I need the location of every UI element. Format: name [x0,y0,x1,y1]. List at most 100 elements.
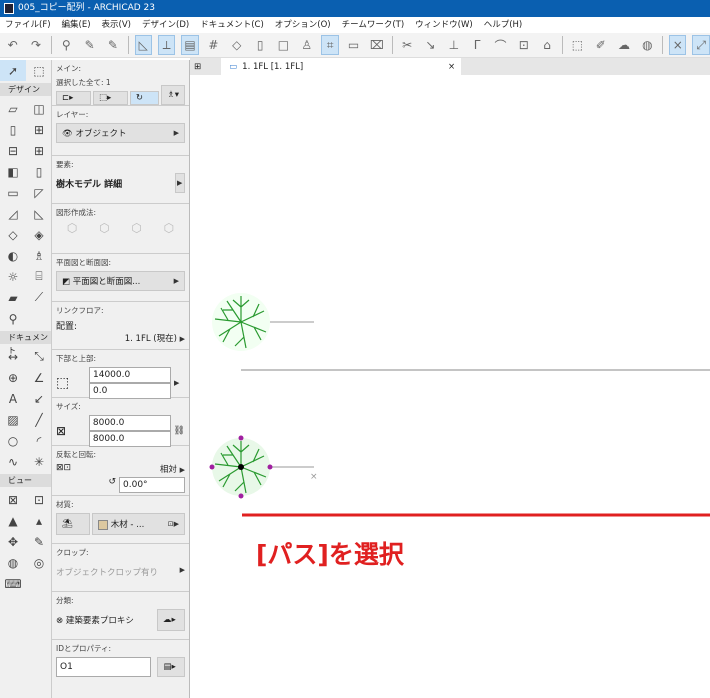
reference-point-button[interactable]: ⊏▸ [56,91,91,105]
menu-view[interactable]: 表示(V) [102,17,131,33]
menu-design[interactable]: デザイン(D) [142,17,189,33]
grid-snap-icon[interactable]: # [205,35,222,55]
render-icon[interactable]: ◍ [639,35,656,55]
window-tool-icon[interactable]: ⊞ [26,119,52,140]
menu-help[interactable]: ヘルプ(H) [484,17,523,33]
element-menu-button[interactable]: ▶ [175,173,185,193]
syringe-icon[interactable]: ✎ [104,35,121,55]
skylight-tool-icon[interactable]: ◺ [26,203,52,224]
change-tool-icon[interactable]: ◍ [0,552,26,573]
roof-icon[interactable]: ⌂ [538,35,555,55]
dimension-tool-icon[interactable]: ↔ [0,346,26,367]
angle-input[interactable]: 0.00° [119,477,185,493]
angle-dimension-tool-icon[interactable]: ∠ [26,367,52,388]
stair-tool-icon[interactable]: ◧ [0,161,26,182]
wall-tool-icon[interactable]: ▱ [0,98,26,119]
arrow-tool-icon[interactable]: ➚ [0,60,26,81]
material-override-button[interactable]: ⛱ [56,513,90,535]
arc-tool-icon[interactable]: ◜ [26,430,52,451]
line-tool-icon[interactable]: ╱ [26,409,52,430]
roof-tool-icon[interactable]: ◸ [26,182,52,203]
detail-tool-icon[interactable]: ✥ [0,531,26,552]
select-all-icon[interactable]: ⬚ [569,35,586,55]
link-chain-icon[interactable]: ⛓ [174,426,185,436]
tab-floor-plan[interactable]: ▭ 1. 1FL [1. 1FL] × [221,58,462,75]
eraser-icon[interactable]: ◇ [228,35,245,55]
fillet-icon[interactable]: ⌒ [492,35,509,55]
gravity-icon[interactable]: ▤ [181,35,199,55]
pin-tool-icon[interactable]: ⚲ [0,308,26,329]
layer-selector[interactable]: 👁 オブジェクト ▶ [56,123,185,143]
section-tool-icon[interactable]: ⊠ [0,489,26,510]
interior-elevation-tool-icon[interactable]: ▲ [0,510,26,531]
plan-canvas[interactable]: ⊞ ▭ 1. 1FL [1. 1FL] × × [190,58,710,698]
resize-icon[interactable]: ⊡ [515,35,532,55]
menu-options[interactable]: オプション(O) [275,17,331,33]
object-settings-button[interactable]: ♗▾ [161,85,186,105]
tab-overview-icon[interactable]: ⊞ [194,62,201,72]
mirror-icon[interactable]: ⊠⊡ [56,463,71,475]
tree-object-selected[interactable] [209,435,273,499]
toolbox-document-header[interactable]: ドキュメント [0,331,51,355]
frame-tool-icon[interactable]: ⟋ [26,287,52,308]
geometry-method-4-icon[interactable]: ⬡ [164,221,174,235]
menu-file[interactable]: ファイル(F) [5,17,51,33]
lamp-tool-icon[interactable]: ☼ [0,266,26,287]
properties-button[interactable]: ▤▸ [157,657,185,677]
beam-tool-icon[interactable]: ⊞ [26,140,52,161]
brush-icon[interactable]: ✐ [592,35,609,55]
menu-edit[interactable]: 編集(E) [62,17,91,33]
snap-guides-icon[interactable]: ⟂ [157,35,176,55]
elevate-icon[interactable]: ⊥ [445,35,462,55]
guide-lines-icon[interactable]: ◺ [134,35,152,55]
plan-section-button[interactable]: ◩ 平面図と断面図... ▶ [56,271,185,291]
close-x-icon[interactable]: × [669,35,687,55]
redo-icon[interactable]: ↷ [27,35,44,55]
object-tool-icon[interactable]: ♗ [26,245,52,266]
layer-combo-icon[interactable]: □ [275,35,292,55]
adjust-icon[interactable]: ↘ [422,35,439,55]
level-dimension-tool-icon[interactable]: ⤡ [26,346,52,367]
shell-tool-icon[interactable]: ◿ [0,203,26,224]
marquee-tool-icon[interactable]: ⬚ [26,60,52,81]
top-height-input[interactable]: 14000.0 [89,367,171,383]
label-tool-icon[interactable]: ↙ [26,388,52,409]
text-tool-icon[interactable]: A [0,388,26,409]
size-x-input[interactable]: 8000.0 [88,415,171,431]
drawing-tool-icon[interactable]: ✎ [26,531,52,552]
id-input[interactable]: O1 [56,657,152,677]
classification-button[interactable]: ☁▸ [157,609,185,631]
toolbox-view-header[interactable]: ビュー [0,474,51,487]
suspend-groups-icon[interactable]: ⌗ [321,35,339,55]
curtain-wall-tool-icon[interactable]: ◫ [26,98,52,119]
lock-icon[interactable]: ♙ [298,35,315,55]
floor-value[interactable]: 1. 1FL (現在) [125,334,177,344]
selection-mode-button[interactable]: ⬚▸ [92,91,128,105]
tree-object[interactable] [212,293,270,351]
tab-close-button[interactable]: × [448,62,455,72]
trace-icon[interactable]: ⤢ [692,35,710,55]
relative-label[interactable]: 相対 [160,465,177,475]
panel-tool-icon[interactable]: ▰ [0,287,26,308]
geometry-method-2-icon[interactable]: ⬡ [99,221,109,235]
morph-tool-icon[interactable]: ◈ [26,224,52,245]
menu-teamwork[interactable]: チームワーク(T) [342,17,405,33]
eyedropper-icon[interactable]: ✎ [81,35,98,55]
material-selector[interactable]: 木材 - ... ⊡▶ [92,513,185,535]
door-tool-icon[interactable]: ▯ [0,119,26,140]
menu-window[interactable]: ウィンドウ(W) [415,17,473,33]
radial-dimension-tool-icon[interactable]: ⊕ [0,367,26,388]
furniture-tool-icon[interactable]: ⌸ [26,266,52,287]
geometry-method-3-icon[interactable]: ⬡ [131,221,141,235]
hotspot-tool-icon[interactable]: ✳ [26,451,52,472]
size-y-input[interactable]: 8000.0 [88,431,171,447]
pick-up-icon[interactable]: ⚲ [58,35,75,55]
cloud-icon[interactable]: ☁ [615,35,632,55]
undo-icon[interactable]: ↶ [4,35,21,55]
zone-tool-icon[interactable]: ◐ [0,245,26,266]
geometry-method-1-icon[interactable]: ⬡ [67,221,77,235]
camera-tool-icon[interactable]: ⌨ [0,573,26,594]
cross-icon[interactable]: ⌧ [368,35,385,55]
bottom-height-input[interactable]: 0.0 [89,383,171,399]
fill-tool-icon[interactable]: ▨ [0,409,26,430]
